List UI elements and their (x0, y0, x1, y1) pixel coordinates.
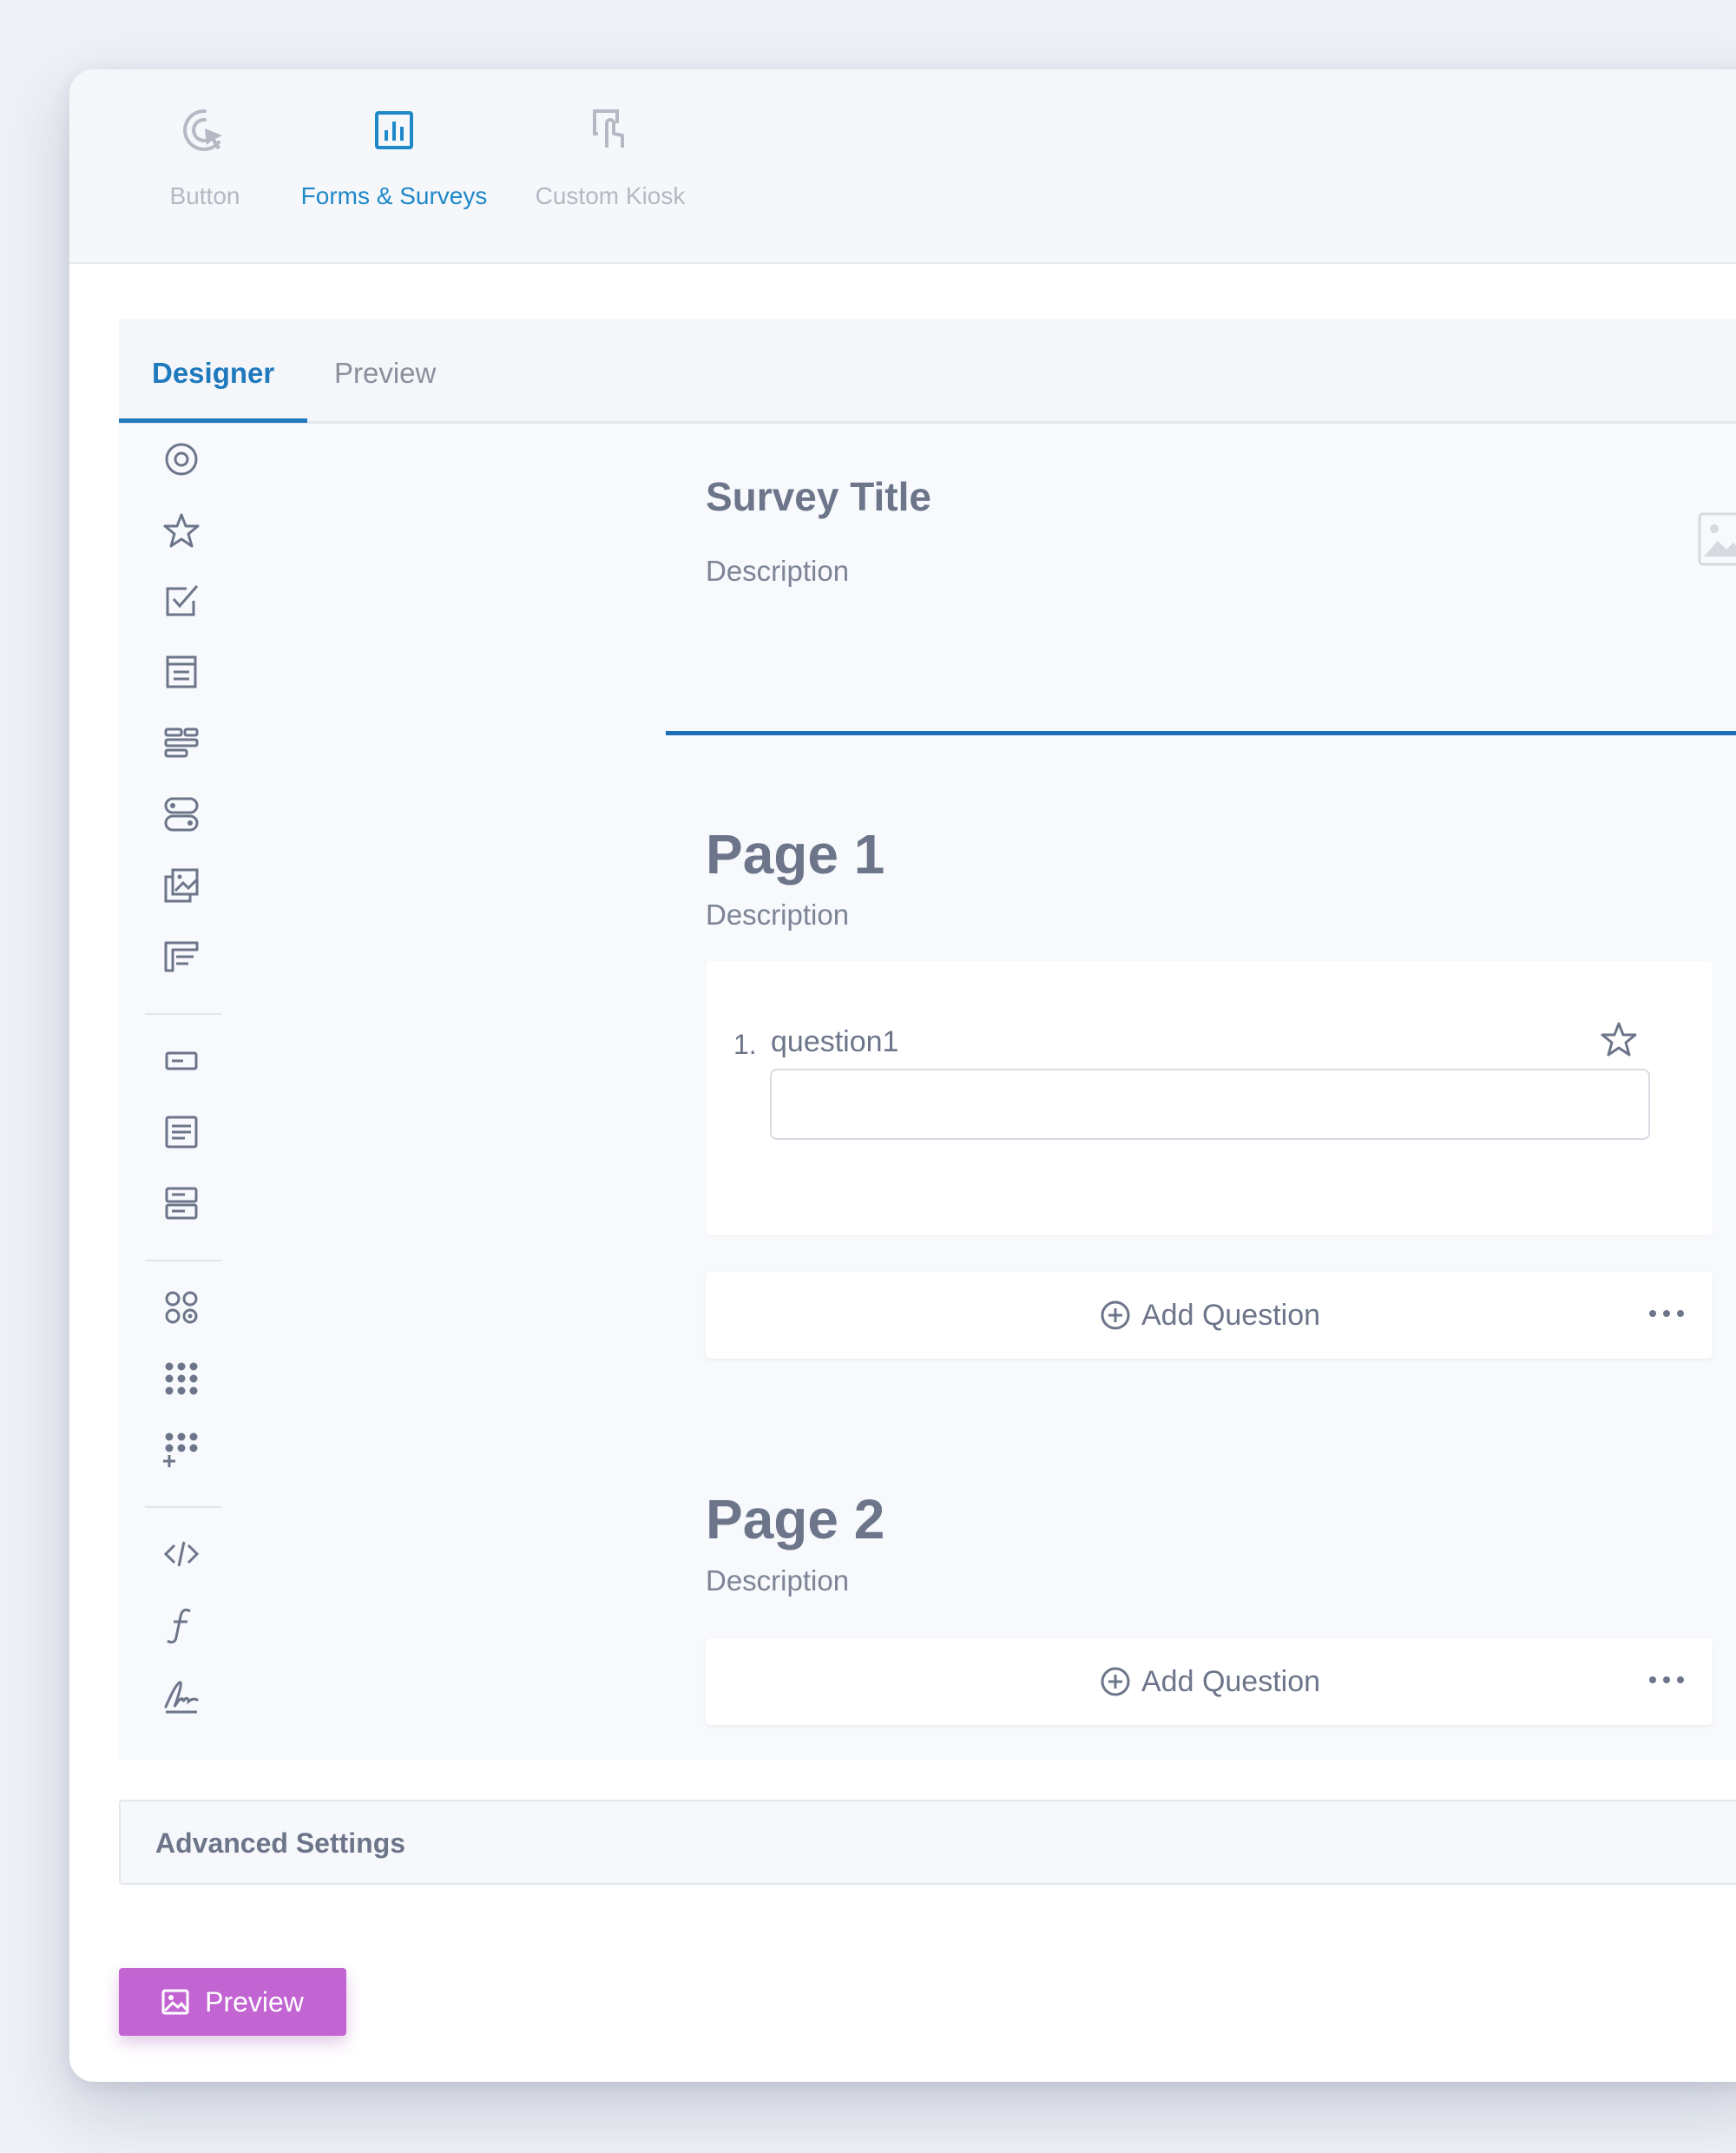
page-2-description[interactable]: Description (706, 1564, 849, 1597)
designer-panel: Designer Preview Survey Title Descriptio… (119, 319, 1736, 1760)
top-tab-button[interactable]: Button (135, 104, 274, 252)
preview-button-label: Preview (205, 1985, 304, 2018)
title-divider (666, 731, 1736, 735)
expression-icon (167, 1608, 191, 1644)
page-1-add-question-bar: Add Question (706, 1272, 1713, 1359)
question-answer-input[interactable] (770, 1069, 1650, 1140)
toolbox-item-dynamic-matrix[interactable] (155, 1424, 207, 1476)
more-options-icon[interactable] (1648, 1671, 1685, 1689)
toolbox-item-boolean[interactable] (155, 788, 207, 840)
question-number: 1. (733, 1029, 757, 1060)
image-picker-icon (164, 868, 199, 903)
radiogroup-icon (165, 443, 198, 476)
rating-star-icon (163, 513, 200, 548)
ranking-icon (164, 728, 199, 758)
kiosk-touch-icon (593, 109, 624, 148)
multiple-text-icon (165, 1187, 198, 1220)
image-icon (161, 1989, 189, 2015)
dynamic-matrix-icon (163, 1432, 198, 1467)
top-tab-label: Button (169, 182, 240, 209)
question-card[interactable]: 1. question1 (706, 961, 1713, 1235)
designer-tabs: Designer Preview (119, 319, 1736, 424)
required-star-icon[interactable] (1600, 1020, 1638, 1058)
more-options-icon[interactable] (1648, 1305, 1685, 1322)
add-question-label: Add Question (1141, 1298, 1321, 1332)
matrix-icon (164, 941, 199, 972)
plus-circle-icon (1101, 1300, 1130, 1330)
comment-icon (165, 1116, 198, 1149)
page-1-title[interactable]: Page 1 (706, 822, 884, 886)
toolbox-item-panel[interactable] (155, 1281, 207, 1333)
dynamic-panel-icon (165, 1362, 198, 1395)
single-input-icon (165, 1051, 198, 1070)
top-tab-forms-surveys[interactable]: Forms & Surveys (290, 104, 498, 252)
boolean-toggle-icon (164, 797, 199, 832)
toolbox-item-rating[interactable] (155, 504, 207, 556)
app-window: Button Forms & Surveys Custom Kiosk Desi… (69, 69, 1736, 2082)
bar-chart-icon (375, 111, 413, 149)
toolbox-item-radiogroup[interactable] (155, 433, 207, 485)
advanced-settings-section[interactable]: Advanced Settings (119, 1800, 1736, 1885)
tab-designer[interactable]: Designer (119, 319, 308, 423)
checkbox-icon (166, 585, 199, 616)
page-2-title[interactable]: Page 2 (706, 1487, 884, 1551)
toolbox-separator (145, 1260, 221, 1261)
cursor-click-icon (183, 109, 222, 151)
tab-preview[interactable]: Preview (301, 319, 469, 421)
toolbox-item-dropdown[interactable] (155, 646, 207, 698)
plus-circle-icon (1101, 1667, 1130, 1696)
toolbox-item-html[interactable] (155, 1528, 207, 1580)
preview-button[interactable]: Preview (119, 1968, 346, 2036)
toolbox-item-image-picker[interactable] (155, 859, 207, 912)
toolbox-item-expression[interactable] (155, 1599, 207, 1651)
toolbox-item-matrix[interactable] (155, 931, 207, 983)
panel-icon (165, 1291, 198, 1324)
toolbox-separator (145, 1013, 221, 1015)
add-question-button[interactable]: Add Question (1100, 1294, 1320, 1336)
toolbox-separator (145, 1506, 221, 1508)
signature-icon (164, 1681, 199, 1714)
add-question-button[interactable]: Add Question (1100, 1661, 1320, 1702)
top-tab-label: Custom Kiosk (535, 182, 686, 209)
toolbox-item-text[interactable] (155, 1035, 207, 1087)
top-mode-bar: Button Forms & Surveys Custom Kiosk (69, 69, 1736, 264)
question-title[interactable]: question1 (771, 1025, 898, 1059)
toolbox-item-multiple-text[interactable] (155, 1177, 207, 1229)
image-placeholder-icon[interactable] (1697, 511, 1736, 567)
toolbox-item-ranking[interactable] (155, 717, 207, 769)
toolbox-item-checkbox[interactable] (155, 575, 207, 627)
advanced-settings-label: Advanced Settings (155, 1827, 406, 1859)
survey-title[interactable]: Survey Title (706, 473, 931, 520)
survey-description[interactable]: Description (706, 555, 849, 588)
toolbox-item-signature[interactable] (155, 1670, 207, 1722)
top-tab-custom-kiosk[interactable]: Custom Kiosk (510, 104, 710, 252)
dropdown-icon (166, 655, 197, 688)
add-question-label: Add Question (1141, 1664, 1321, 1698)
top-tab-label: Forms & Surveys (300, 182, 488, 209)
page-2-add-question-bar: Add Question (706, 1638, 1713, 1725)
html-icon (163, 1541, 200, 1567)
page-1-description[interactable]: Description (706, 899, 849, 932)
toolbox-item-dynamic-panel[interactable] (155, 1353, 207, 1405)
toolbox-item-comment[interactable] (155, 1106, 207, 1158)
